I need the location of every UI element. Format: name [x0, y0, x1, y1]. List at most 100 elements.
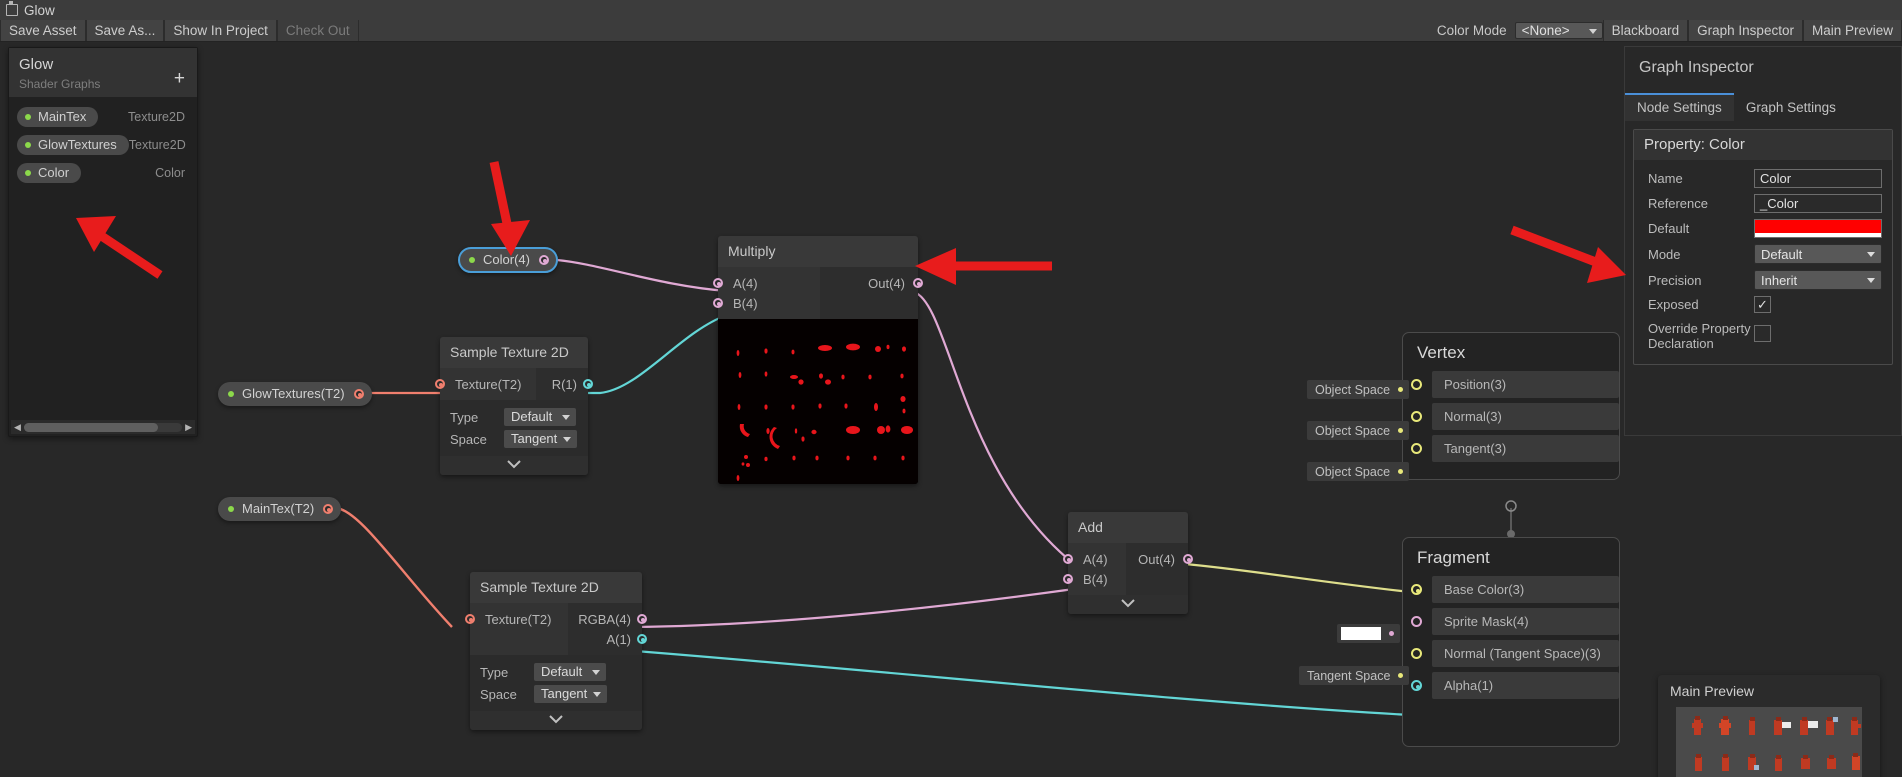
control-label-type: Type — [480, 664, 509, 680]
tab-graph-settings[interactable]: Graph Settings — [1734, 93, 1848, 121]
node-add[interactable]: Add A(4) B(4) Out(4) — [1063, 512, 1193, 614]
input-slot-sprite-mask[interactable] — [1411, 616, 1422, 627]
space-dropdown[interactable]: Tangent — [504, 430, 578, 448]
graph-inspector-panel[interactable]: Graph Inspector Node Settings Graph Sett… — [1624, 46, 1902, 436]
save-as-button[interactable]: Save As... — [85, 20, 165, 41]
scrollbar-track[interactable] — [23, 422, 183, 432]
fragment-tag-sprite-mask[interactable] — [1337, 624, 1400, 643]
save-asset-button[interactable]: Save Asset — [0, 20, 86, 41]
input-port-a[interactable]: A(4) — [1063, 549, 1126, 569]
fragment-block-alpha[interactable]: Alpha(1) — [1403, 672, 1619, 699]
input-slot-alpha[interactable] — [1411, 680, 1422, 691]
blackboard-property-row[interactable]: GlowTextures Texture2D — [9, 131, 197, 159]
node-vertex-master[interactable]: Vertex Position(3) Normal(3) Tangent(3) — [1402, 332, 1620, 480]
vertex-block-tangent[interactable]: Tangent(3) — [1403, 435, 1619, 462]
output-port-a[interactable]: A(1) — [568, 629, 647, 649]
fragment-block-normal-tangent[interactable]: Normal (Tangent Space)(3) — [1403, 640, 1619, 667]
color-swatch-white[interactable] — [1341, 627, 1381, 640]
vertex-block-normal[interactable]: Normal(3) — [1403, 403, 1619, 430]
input-slot-base-color[interactable] — [1411, 584, 1422, 595]
input-slot-tangent[interactable] — [1411, 443, 1422, 454]
scroll-left-icon[interactable]: ◀ — [11, 422, 24, 433]
exposed-checkbox[interactable]: ✓ — [1754, 296, 1771, 313]
input-port-texture[interactable]: Texture(T2) — [465, 609, 568, 629]
output-slot-a[interactable] — [637, 634, 647, 644]
blackboard-property-row[interactable]: MainTex Texture2D — [9, 103, 197, 131]
blackboard-property-color[interactable]: Color — [17, 163, 82, 183]
precision-dropdown[interactable]: Inherit — [1754, 270, 1882, 290]
blackboard-property-row[interactable]: Color Color — [9, 159, 197, 187]
input-slot-a[interactable] — [1063, 554, 1073, 564]
output-port-out[interactable]: Out(4) — [1126, 549, 1193, 569]
input-slot-position[interactable] — [1411, 379, 1422, 390]
input-port-b[interactable]: B(4) — [713, 293, 820, 313]
fragment-tag-normal-tangent[interactable]: Tangent Space — [1299, 666, 1410, 685]
node-glowtextures-property[interactable]: GlowTextures(T2) — [218, 382, 372, 406]
input-slot-b[interactable] — [713, 298, 723, 308]
inspector-title: Graph Inspector — [1639, 59, 1754, 76]
vertex-tag-tangent[interactable]: Object Space — [1307, 462, 1410, 481]
type-dropdown[interactable]: Default — [504, 408, 576, 426]
graph-canvas[interactable]: Glow Shader Graphs + MainTex Texture2D G… — [0, 42, 1902, 777]
blackboard-property-glowtextures[interactable]: GlowTextures — [17, 135, 129, 155]
main-preview-panel[interactable]: Main Preview — [1658, 675, 1880, 777]
input-slot-normal[interactable] — [1411, 411, 1422, 422]
node-maintex-property[interactable]: MainTex(T2) — [218, 497, 342, 521]
output-port-out[interactable]: Out(4) — [820, 273, 923, 293]
node-fragment-master[interactable]: Fragment Base Color(3) Sprite Mask(4) No… — [1402, 537, 1620, 747]
node-sample-texture-2d-bottom[interactable]: Sample Texture 2D Texture(T2) RGBA(4) A(… — [465, 572, 647, 730]
node-sample-texture-2d-top[interactable]: Sample Texture 2D Texture(T2) R(1) Type … — [435, 337, 593, 475]
override-checkbox[interactable] — [1754, 325, 1771, 342]
color-mode-dropdown[interactable]: <None> — [1514, 22, 1603, 39]
name-input[interactable]: Color — [1754, 169, 1882, 188]
input-slot-texture[interactable] — [435, 379, 445, 389]
mode-dropdown[interactable]: Default — [1754, 244, 1882, 264]
output-slot-color[interactable] — [538, 254, 549, 265]
node-multiply[interactable]: Multiply A(4) B(4) Out(4) — [713, 236, 923, 484]
output-slot-glowtextures[interactable] — [353, 388, 364, 399]
input-port-a[interactable]: A(4) — [713, 273, 820, 293]
input-port-texture[interactable]: Texture(T2) — [435, 374, 536, 394]
input-port-b[interactable]: B(4) — [1063, 569, 1126, 589]
show-in-project-button[interactable]: Show In Project — [164, 20, 277, 41]
collapse-preview-button[interactable] — [470, 711, 642, 730]
reference-input[interactable]: _Color — [1754, 194, 1882, 213]
output-slot-maintex[interactable] — [323, 503, 334, 514]
output-port-rgba[interactable]: RGBA(4) — [568, 609, 647, 629]
input-slot-normal-tangent[interactable] — [1411, 648, 1422, 659]
input-slot-texture[interactable] — [465, 614, 475, 624]
output-slot-out[interactable] — [1183, 554, 1193, 564]
type-dropdown[interactable]: Default — [534, 663, 606, 681]
space-dropdown[interactable]: Tangent — [534, 685, 608, 703]
input-slot-a[interactable] — [713, 278, 723, 288]
node-color-property[interactable]: Color(4) — [458, 247, 558, 273]
default-color-field[interactable] — [1754, 219, 1882, 238]
fragment-block-base-color[interactable]: Base Color(3) — [1403, 576, 1619, 603]
annotation-arrow-to-graph-inspector — [1510, 225, 1626, 283]
fragment-block-sprite-mask[interactable]: Sprite Mask(4) — [1403, 608, 1619, 635]
vertex-tag-normal[interactable]: Object Space — [1307, 421, 1410, 440]
blackboard-header: Glow Shader Graphs — [9, 48, 197, 97]
color-mode-label: Color Mode — [1436, 23, 1507, 38]
input-slot-b[interactable] — [1063, 574, 1073, 584]
scroll-right-icon[interactable]: ▶ — [182, 422, 195, 433]
blackboard-property-maintex[interactable]: MainTex — [17, 107, 99, 127]
graph-inspector-toggle-button[interactable]: Graph Inspector — [1688, 20, 1803, 41]
main-preview-toggle-button[interactable]: Main Preview — [1802, 20, 1902, 41]
collapse-preview-button[interactable] — [440, 456, 588, 475]
blackboard-panel[interactable]: Glow Shader Graphs + MainTex Texture2D G… — [8, 47, 198, 437]
tab-node-settings[interactable]: Node Settings — [1625, 93, 1734, 121]
vertex-tag-position[interactable]: Object Space — [1307, 380, 1410, 399]
scrollbar-thumb[interactable] — [23, 422, 159, 432]
collapse-preview-button[interactable] — [1068, 595, 1188, 614]
vertex-block-position[interactable]: Position(3) — [1403, 371, 1619, 398]
output-slot-out[interactable] — [913, 278, 923, 288]
blackboard-toggle-button[interactable]: Blackboard — [1602, 20, 1689, 41]
output-port-r[interactable]: R(1) — [536, 374, 593, 394]
output-slot-r[interactable] — [583, 379, 593, 389]
output-ports: Out(4) — [820, 267, 923, 319]
add-property-button[interactable]: + — [174, 69, 185, 88]
output-label-a: A(1) — [606, 631, 631, 647]
blackboard-horizontal-scrollbar[interactable]: ◀ ▶ — [11, 420, 195, 434]
output-slot-rgba[interactable] — [637, 614, 647, 624]
